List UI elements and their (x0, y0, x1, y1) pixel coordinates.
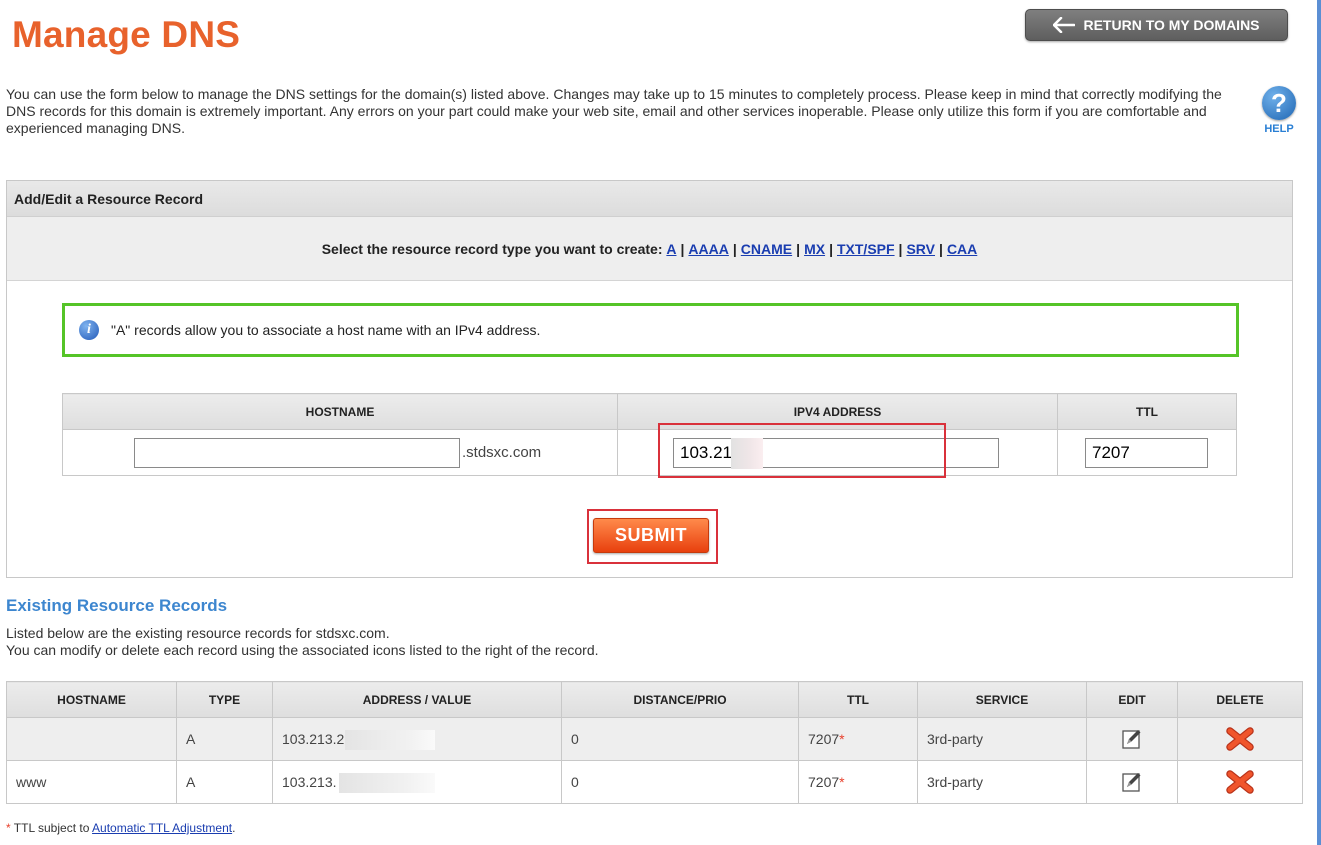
row-distance: 0 (561, 717, 799, 761)
row-edit-cell (1086, 717, 1178, 761)
automatic-ttl-adjustment-link[interactable]: Automatic TTL Adjustment (92, 821, 232, 835)
row-type: A (176, 717, 273, 761)
ipv4-highlight-box (658, 423, 946, 478)
record-type-txt-spf-link[interactable]: TXT/SPF (837, 241, 895, 257)
table-row: A 103.213.2 0 7207* 3rd-party (6, 717, 1303, 761)
existing-desc-line-1: Listed below are the existing resource r… (6, 625, 390, 641)
ttl-footnote: * TTL subject to Automatic TTL Adjustmen… (6, 821, 235, 835)
ttl-input[interactable] (1085, 437, 1208, 468)
record-type-a-link[interactable]: A (666, 241, 676, 257)
page-title: Manage DNS (12, 14, 241, 55)
record-type-srv-link[interactable]: SRV (906, 241, 935, 257)
record-info-text: "A" records allow you to associate a hos… (111, 322, 541, 338)
footnote-suffix: . (232, 821, 236, 835)
record-entry-table: HOSTNAME IPV4 ADDRESS TTL .stdsxc.com (62, 393, 1237, 476)
return-to-domains-button[interactable]: RETURN TO MY DOMAINS (1025, 9, 1288, 41)
info-icon: i (79, 320, 99, 340)
add-edit-record-panel: Add/Edit a Resource Record Select the re… (6, 180, 1293, 578)
panel-header: Add/Edit a Resource Record (7, 181, 1292, 217)
row-service: 3rd-party (917, 717, 1087, 761)
ttl-cell (1057, 429, 1237, 476)
row-address-cell: 103.213.2 (272, 717, 562, 761)
question-icon: ? (1262, 86, 1296, 120)
row-address: 103.213.2 (282, 731, 345, 747)
submit-button[interactable]: SUBMIT (593, 518, 709, 553)
record-type-selector: Select the resource record type you want… (7, 217, 1292, 281)
col-type: TYPE (176, 681, 273, 718)
help-label: HELP (1264, 123, 1294, 135)
col-delete: DELETE (1177, 681, 1303, 718)
row-address-cell: 103.213. (272, 760, 562, 804)
row-service: 3rd-party (917, 760, 1087, 804)
existing-records-title: Existing Resource Records (6, 596, 228, 615)
row-delete-cell (1177, 760, 1303, 804)
intro-text: You can use the form below to manage the… (6, 86, 1222, 136)
x-delete-icon[interactable] (1225, 770, 1254, 794)
redaction-blur (345, 730, 435, 750)
row-delete-cell (1177, 717, 1303, 761)
pencil-edit-icon[interactable] (1121, 771, 1143, 793)
record-info-box: i "A" records allow you to associate a h… (62, 303, 1239, 357)
help-button[interactable]: ? HELP (1256, 86, 1302, 135)
existing-desc-line-2: You can modify or delete each record usi… (6, 642, 599, 658)
row-hostname: www (6, 760, 177, 804)
record-type-mx-link[interactable]: MX (804, 241, 825, 257)
col-ttl: TTL (1057, 393, 1237, 430)
row-ttl: 7207 (808, 731, 840, 747)
col-distance-prio: DISTANCE/PRIO (561, 681, 799, 718)
col-hostname: HOSTNAME (6, 681, 177, 718)
col-address-value: ADDRESS / VALUE (272, 681, 562, 718)
row-ttl-cell: 7207* (798, 760, 918, 804)
hostname-input[interactable] (134, 437, 460, 468)
record-type-aaaa-link[interactable]: AAAA (688, 241, 728, 257)
record-type-prompt: Select the resource record type you want… (321, 240, 663, 257)
footnote-text: TTL subject to (10, 821, 93, 835)
right-edge-bar (1317, 0, 1321, 845)
col-ttl: TTL (798, 681, 918, 718)
col-edit: EDIT (1086, 681, 1178, 718)
existing-records-table: HOSTNAME TYPE ADDRESS / VALUE DISTANCE/P… (6, 681, 1303, 804)
table-row: www A 103.213. 0 7207* 3rd-party (6, 760, 1303, 804)
row-edit-cell (1086, 760, 1178, 804)
hostname-cell: .stdsxc.com (62, 429, 618, 476)
row-distance: 0 (561, 760, 799, 804)
return-button-label: RETURN TO MY DOMAINS (1083, 17, 1260, 33)
col-hostname: HOSTNAME (62, 393, 618, 430)
existing-records-description: Listed below are the existing resource r… (6, 625, 599, 659)
x-delete-icon[interactable] (1225, 727, 1254, 751)
record-type-cname-link[interactable]: CNAME (741, 241, 792, 257)
redaction-blur (339, 773, 435, 793)
col-service: SERVICE (917, 681, 1087, 718)
row-ttl: 7207 (808, 774, 840, 790)
ttl-asterisk: * (839, 731, 845, 747)
record-type-caa-link[interactable]: CAA (947, 241, 977, 257)
row-address: 103.213. (282, 774, 337, 790)
row-ttl-cell: 7207* (798, 717, 918, 761)
row-hostname (6, 717, 177, 761)
pencil-edit-icon[interactable] (1121, 728, 1143, 750)
ttl-asterisk: * (839, 774, 845, 790)
domain-suffix: .stdsxc.com (462, 444, 542, 461)
row-type: A (176, 760, 273, 804)
arrow-left-icon (1053, 17, 1076, 33)
